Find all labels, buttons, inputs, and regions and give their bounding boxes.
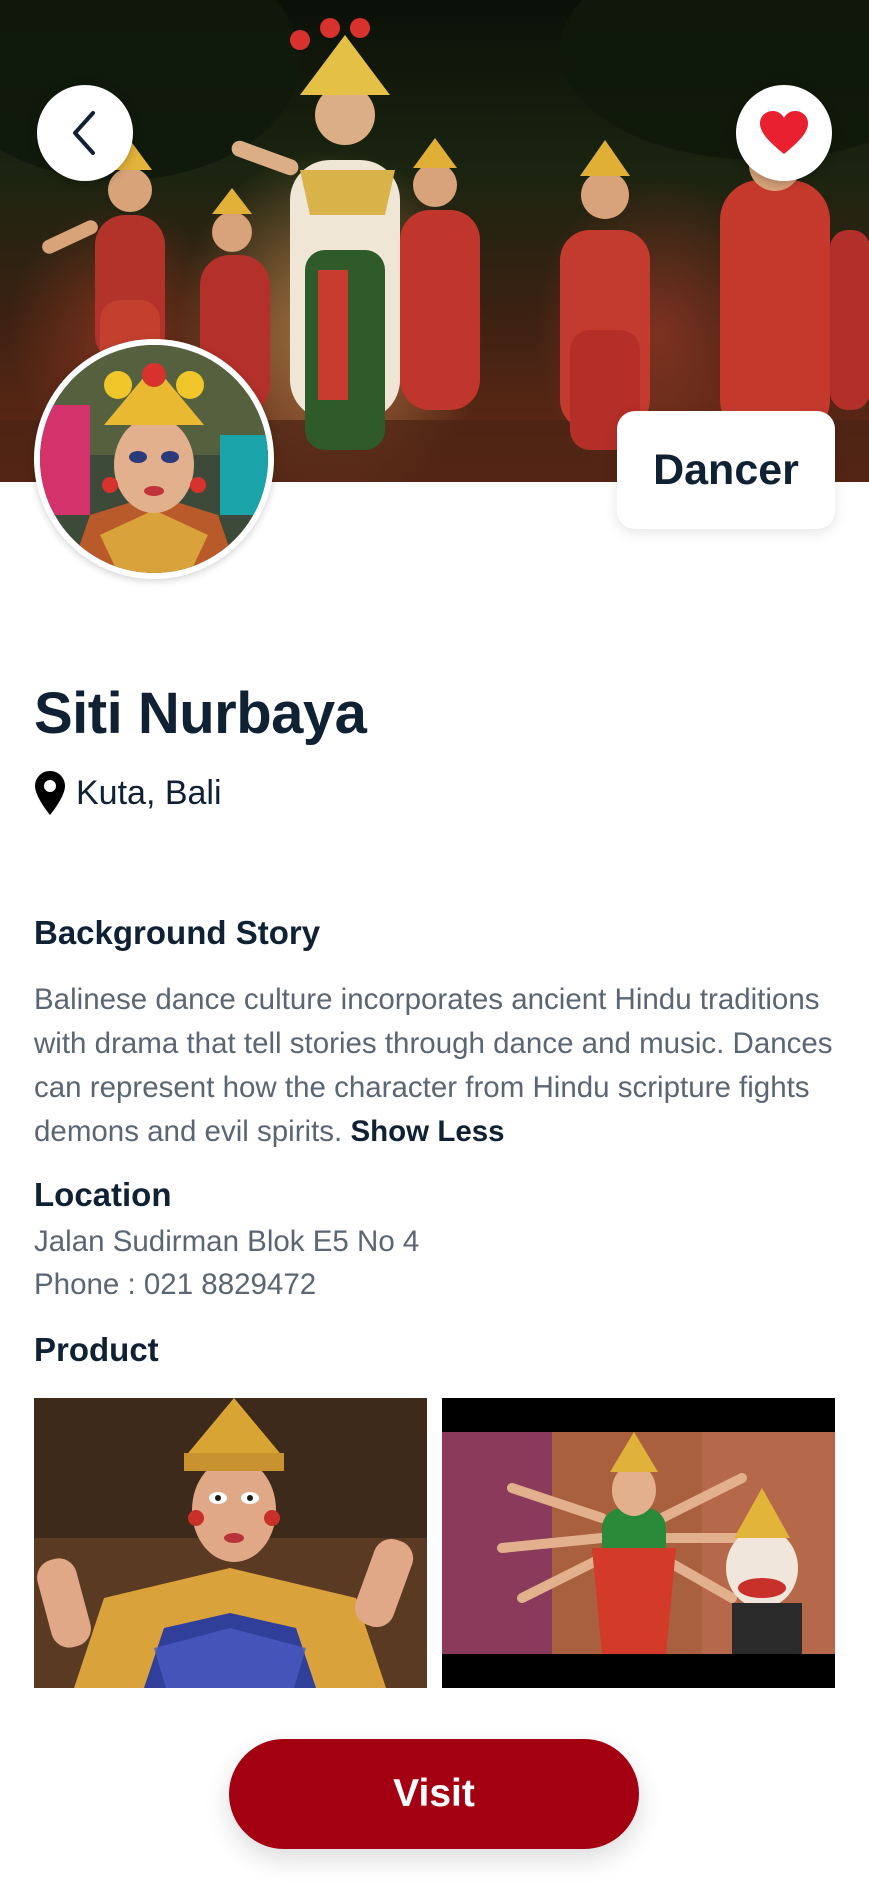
- visit-button[interactable]: Visit: [229, 1739, 639, 1849]
- category-chip: Dancer: [617, 411, 835, 529]
- background-story-text: Balinese dance culture incorporates anci…: [34, 978, 834, 1154]
- background-story-heading: Background Story: [34, 914, 321, 951]
- product-image-dancer-portrait: [34, 1398, 427, 1688]
- avatar: [34, 339, 274, 579]
- location-heading: Location: [34, 1176, 172, 1213]
- profile-location: Kuta, Bali: [34, 768, 222, 818]
- show-less-link[interactable]: Show Less: [350, 1115, 504, 1148]
- map-pin-icon: [35, 771, 65, 815]
- product-thumbnail[interactable]: [34, 1398, 427, 1688]
- product-image-dance-performance: [442, 1398, 835, 1688]
- heart-icon: [760, 111, 808, 154]
- location-text: Kuta, Bali: [76, 773, 222, 812]
- back-button[interactable]: [37, 85, 133, 181]
- chevron-left-icon: [73, 111, 95, 155]
- avatar-portrait-illustration: [40, 345, 268, 573]
- profile-name: Siti Nurbaya: [34, 681, 367, 746]
- product-heading: Product: [34, 1331, 159, 1368]
- favorite-button[interactable]: [736, 85, 832, 181]
- address-text: Jalan Sudirman Blok E5 No 4: [34, 1225, 420, 1258]
- phone-text: Phone : 021 8829472: [34, 1268, 317, 1301]
- product-thumbnail[interactable]: [442, 1398, 835, 1688]
